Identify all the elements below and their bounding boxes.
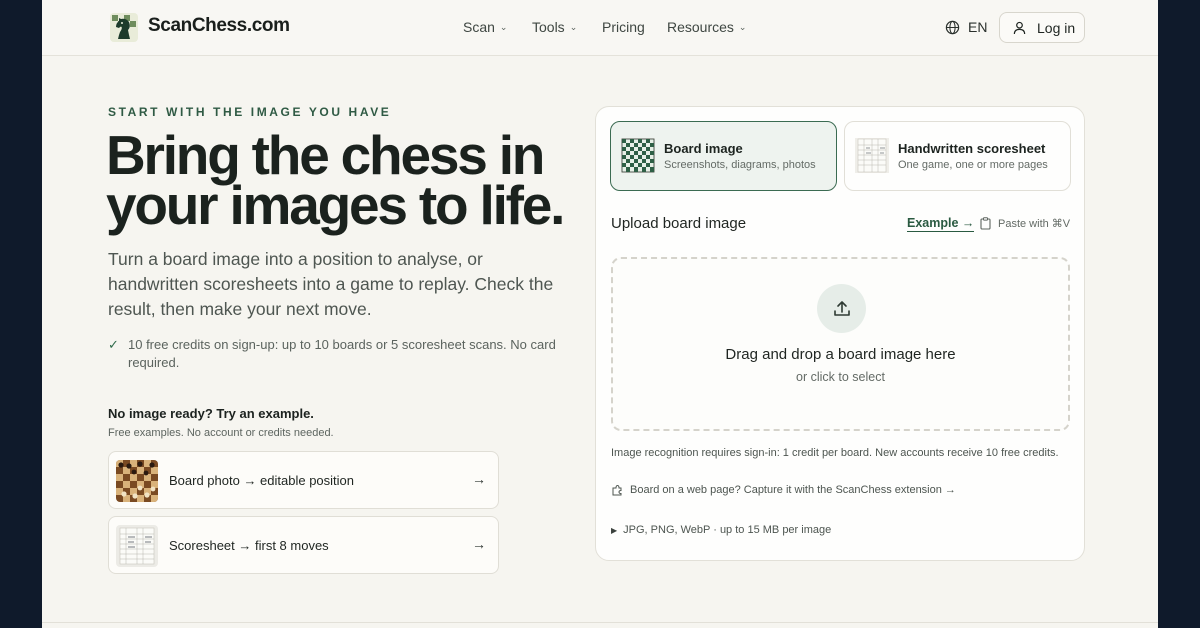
mode-handwritten-scoresheet[interactable]: Handwritten scoresheet One game, one or … — [844, 121, 1071, 191]
board-photo-thumbnail — [116, 460, 158, 502]
mode-handwritten-scoresheet-title: Handwritten scoresheet — [898, 141, 1046, 156]
formats-text: JPG, PNG, WebP · up to 15 MB per image — [623, 524, 832, 536]
mode-handwritten-scoresheet-subtitle: One game, one or more pages — [898, 159, 1048, 171]
example-card-scoresheet[interactable]: Scoresheet → first 8 moves → — [108, 516, 499, 574]
nav-tools-label: Tools — [532, 19, 565, 35]
example-card-board-photo[interactable]: Board photo → editable position → — [108, 451, 499, 509]
arrow-right-icon: → — [472, 536, 486, 552]
globe-icon — [945, 20, 960, 34]
section-divider — [42, 622, 1158, 623]
user-icon — [1013, 21, 1026, 34]
login-button[interactable]: Log in — [999, 12, 1085, 43]
chevron-down-icon: ⌄ — [738, 22, 747, 32]
hero-headline: Bring the chess in your images to life. — [106, 124, 565, 236]
example-label-board-photo: Board photo → editable position — [169, 473, 355, 488]
language-label: EN — [968, 19, 988, 35]
formats-disclosure[interactable]: ▶ JPG, PNG, WebP · up to 15 MB per image — [611, 524, 831, 536]
mode-board-image[interactable]: Board image Screenshots, diagrams, photo… — [610, 121, 837, 191]
chevron-down-icon: ⌄ — [499, 22, 508, 32]
nav-scan-label: Scan — [463, 19, 495, 35]
mode-board-image-subtitle: Screenshots, diagrams, photos — [664, 159, 816, 171]
hero-lead: Turn a board image into a position to an… — [108, 249, 554, 319]
puzzle-icon — [612, 484, 622, 496]
example-label-scoresheet: Scoresheet → first 8 moves — [169, 538, 329, 553]
arrow-right-icon: → — [472, 471, 486, 487]
paste-hint[interactable]: Paste with ⌘V — [980, 217, 1070, 230]
knight-logo-icon[interactable] — [110, 13, 138, 42]
scoresheet-thumbnail — [116, 525, 158, 567]
chevron-down-icon: ⌄ — [569, 22, 578, 32]
benefit-row: ✓ 10 free credits on sign-up: up to 10 b… — [108, 336, 558, 372]
dropzone-main-text: Drag and drop a board image here — [725, 346, 956, 363]
nav-resources[interactable]: Resources ⌄ — [667, 19, 746, 35]
nav-resources-label: Resources — [667, 19, 734, 35]
language-switcher[interactable]: EN — [945, 19, 987, 35]
hero-eyebrow: START WITH THE IMAGE YOU HAVE — [108, 105, 392, 119]
extension-link-text: Board on a web page? Capture it with the… — [630, 484, 956, 496]
check-icon: ✓ — [108, 337, 119, 352]
example-link[interactable]: Example → — [907, 216, 975, 232]
login-label: Log in — [1037, 19, 1076, 36]
dropzone-sub-text: or click to select — [796, 370, 885, 384]
upload-panel: Board image Screenshots, diagrams, photo… — [595, 106, 1085, 561]
examples-subtitle: Free examples. No account or credits nee… — [108, 427, 334, 439]
nav-pricing-label: Pricing — [602, 19, 645, 35]
upload-icon — [817, 284, 866, 333]
mode-board-image-title: Board image — [664, 141, 743, 156]
benefit-text: 10 free credits on sign-up: up to 10 boa… — [128, 337, 556, 370]
brand-name[interactable]: ScanChess.com — [148, 15, 290, 37]
dropzone[interactable]: Drag and drop a board image here or clic… — [611, 257, 1070, 431]
credit-note: Image recognition requires sign-in: 1 cr… — [611, 447, 1059, 459]
examples-title: No image ready? Try an example. — [108, 406, 314, 421]
disclosure-triangle-icon: ▶ — [611, 525, 618, 535]
paste-hint-text: Paste with ⌘V — [998, 218, 1071, 230]
nav-scan[interactable]: Scan ⌄ — [463, 19, 507, 35]
nav-tools[interactable]: Tools ⌄ — [532, 19, 577, 35]
page: ScanChess.com Scan ⌄ Tools ⌄ Pricing Res… — [42, 0, 1158, 628]
clipboard-icon — [980, 217, 991, 230]
extension-link[interactable]: Board on a web page? Capture it with the… — [611, 484, 956, 496]
scoresheet-icon — [855, 138, 889, 173]
nav-pricing[interactable]: Pricing — [602, 19, 645, 35]
board-diagram-icon — [621, 138, 655, 173]
site-header: ScanChess.com Scan ⌄ Tools ⌄ Pricing Res… — [42, 0, 1158, 56]
upload-title: Upload board image — [611, 215, 747, 232]
